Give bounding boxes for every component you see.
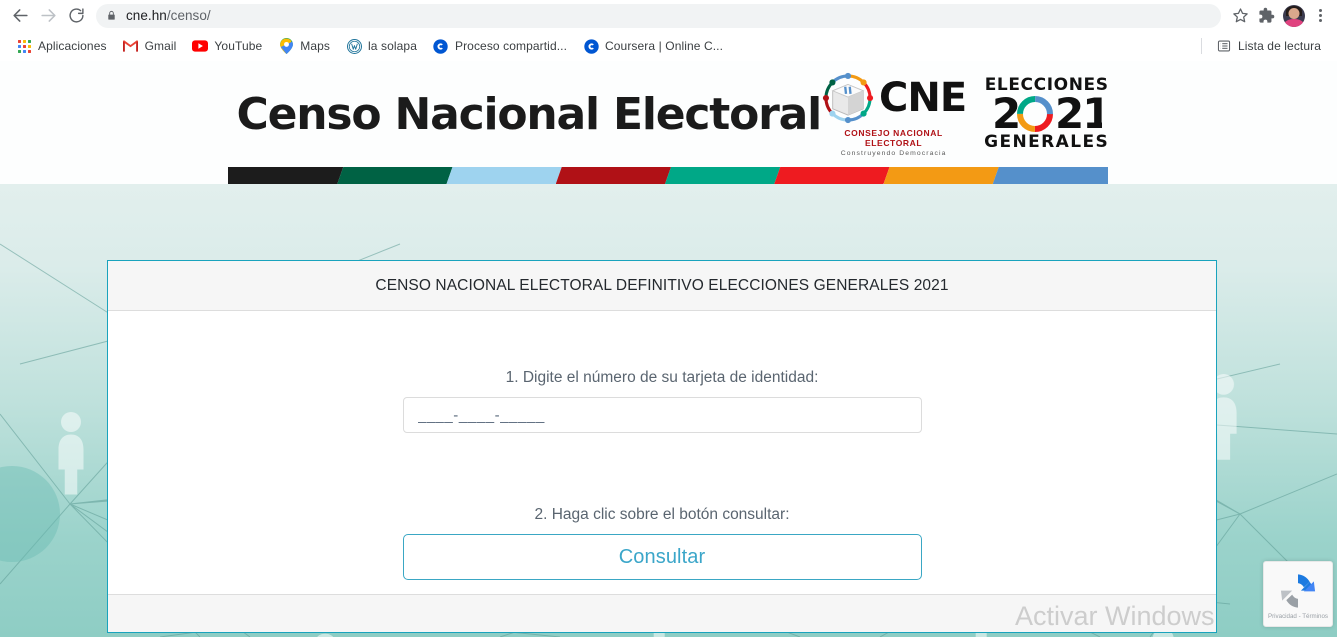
page-viewport: Censo Nacional Electoral CNE CONSEJO NAC…: [0, 61, 1337, 637]
header-stripe-wrap: [0, 167, 1337, 184]
recaptcha-badge[interactable]: Privacidad - Términos: [1263, 561, 1333, 627]
bookmark-label: YouTube: [214, 39, 263, 53]
url-text: cne.hn/censo/: [126, 8, 211, 23]
elections-2021-logo: ELECCIONES 2 21 GENERALES: [984, 77, 1109, 151]
recaptcha-text: Privacidad - Términos: [1267, 612, 1329, 620]
bookmark-label: la solapa: [368, 39, 417, 53]
chrome-menu-icon[interactable]: [1309, 3, 1331, 29]
bookmark-coursera[interactable]: Coursera | Online C...: [575, 35, 731, 57]
stripe-segment-0: [228, 167, 343, 184]
bookmark-label: Proceso compartid...: [454, 39, 568, 53]
apps-grid-icon: [16, 38, 32, 54]
bookmark-star-icon[interactable]: [1227, 3, 1253, 29]
bookmarks-bar: Aplicaciones Gmail YouTube Maps la solap…: [0, 31, 1337, 61]
cne-subtitle: CONSEJO NACIONAL ELECTORAL: [844, 128, 943, 148]
identity-card-input[interactable]: [402, 397, 922, 433]
recaptcha-icon: [1280, 573, 1316, 608]
cne-logo: CNE CONSEJO NACIONAL ELECTORAL Construye…: [821, 71, 967, 157]
page-title: Censo Nacional Electoral: [236, 88, 823, 140]
address-bar[interactable]: cne.hn/censo/: [96, 3, 1221, 28]
stripe-segment-5: [774, 167, 889, 184]
header-color-stripe: [228, 167, 1108, 184]
bookmark-aplicaciones[interactable]: Aplicaciones: [8, 35, 115, 57]
bookmark-la-solapa[interactable]: la solapa: [338, 35, 425, 57]
stripe-segment-2: [447, 167, 562, 184]
consultar-button[interactable]: Consultar: [402, 534, 922, 580]
coursera-icon: [583, 38, 599, 54]
avatar-body: [1284, 18, 1304, 27]
stripe-segment-3: [556, 167, 671, 184]
bookmark-gmail[interactable]: Gmail: [115, 35, 185, 57]
bookmark-maps[interactable]: Maps: [270, 35, 338, 57]
svg-text:2: 2: [992, 93, 1019, 135]
step2-label: 2. Haga clic sobre el botón consultar:: [534, 506, 790, 523]
coursera-icon: [433, 38, 449, 54]
reading-list-button[interactable]: Lista de lectura: [1208, 35, 1329, 57]
bookmark-label: Maps: [300, 39, 331, 53]
cne-emblem-icon: [821, 71, 875, 125]
card-title: CENSO NACIONAL ELECTORAL DEFINITIVO ELEC…: [375, 276, 949, 294]
stripe-segment-6: [884, 167, 999, 184]
site-header: Censo Nacional Electoral CNE CONSEJO NAC…: [0, 61, 1337, 167]
stripe-segment-7: [992, 167, 1108, 184]
avatar-face: [1288, 7, 1300, 19]
extensions-icon[interactable]: [1253, 3, 1279, 29]
elections-logo-bottom: GENERALES: [984, 132, 1110, 152]
back-button[interactable]: [6, 2, 34, 30]
maps-pin-icon: [278, 38, 294, 54]
wordpress-icon: [346, 38, 362, 54]
youtube-icon: [192, 38, 209, 54]
profile-avatar[interactable]: [1283, 4, 1305, 27]
bookmark-label: Coursera | Online C...: [605, 39, 724, 53]
toolbar-divider: [1201, 38, 1203, 54]
elections-year-graphic: 2 21: [992, 93, 1102, 135]
bookmark-label: Aplicaciones: [38, 39, 107, 53]
header-logos: CNE CONSEJO NACIONAL ELECTORAL Construye…: [821, 71, 1109, 157]
reading-list-label: Lista de lectura: [1238, 39, 1321, 53]
stripe-segment-1: [337, 167, 452, 184]
cne-tagline: Construyendo Democracia: [840, 150, 947, 157]
bookmark-proceso-compartido[interactable]: Proceso compartid...: [425, 35, 575, 57]
svg-text:21: 21: [1055, 93, 1102, 135]
reading-list-icon: [1216, 38, 1232, 54]
card-body: 1. Digite el número de su tarjeta de ide…: [108, 311, 1216, 594]
card-header: CENSO NACIONAL ELECTORAL DEFINITIVO ELEC…: [108, 261, 1216, 311]
step1-label: 1. Digite el número de su tarjeta de ide…: [505, 369, 819, 386]
reload-button[interactable]: [62, 2, 90, 30]
cne-acronym: CNE: [879, 75, 967, 121]
gmail-icon: [123, 38, 139, 54]
forward-button[interactable]: [34, 2, 62, 30]
browser-toolbar: cne.hn/censo/: [0, 0, 1337, 31]
elections-logo-top: ELECCIONES: [984, 75, 1109, 95]
lock-icon: [106, 9, 117, 22]
bookmark-youtube[interactable]: YouTube: [184, 35, 270, 57]
censo-card: CENSO NACIONAL ELECTORAL DEFINITIVO ELEC…: [107, 260, 1217, 633]
browser-chrome: cne.hn/censo/ Aplicaciones Gmail YouTube…: [0, 0, 1337, 61]
card-footer: [108, 594, 1216, 632]
stripe-segment-4: [665, 167, 780, 184]
bookmark-label: Gmail: [144, 39, 177, 53]
